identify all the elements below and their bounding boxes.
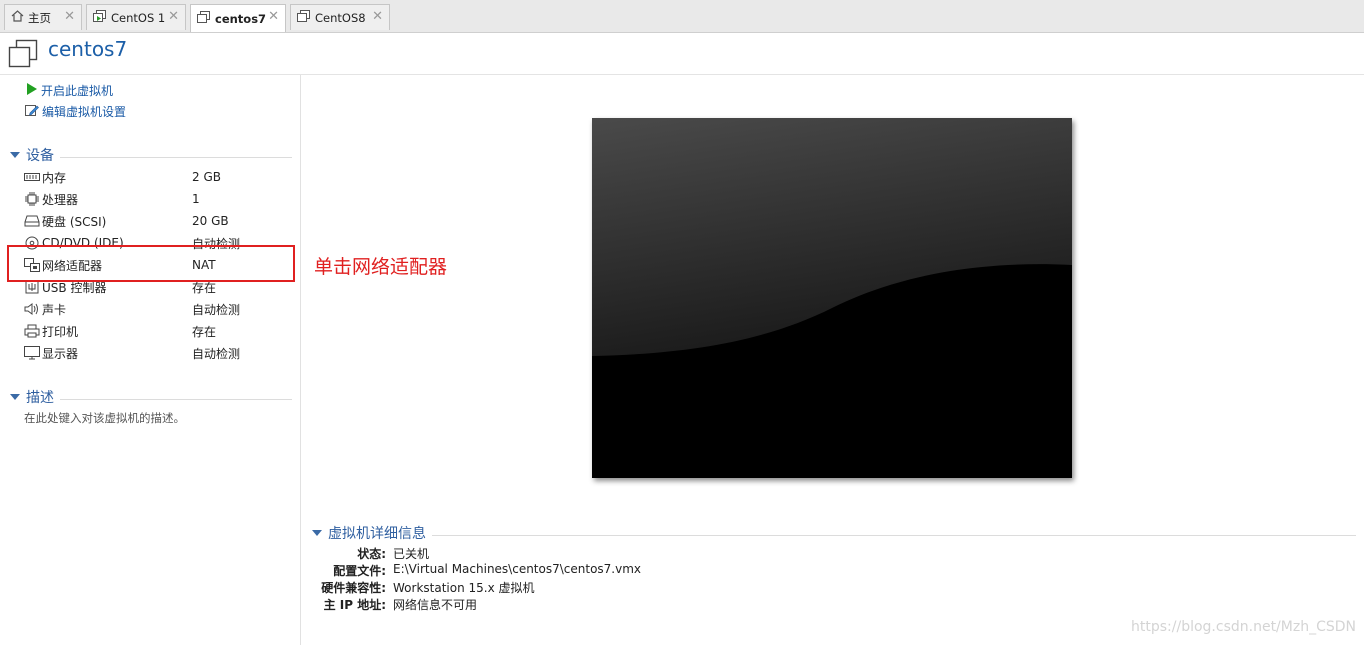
tab-home[interactable]: 主页 ✕: [4, 4, 82, 30]
device-name: 内存: [42, 170, 67, 185]
close-icon[interactable]: ✕: [372, 9, 383, 24]
vm-icon: [197, 10, 211, 27]
divider: [432, 534, 1356, 536]
vm-icon: [297, 9, 311, 26]
collapse-triangle-icon[interactable]: [10, 152, 20, 158]
device-value: 2 GB: [192, 170, 221, 184]
detail-label: 主 IP 地址:: [323, 598, 386, 612]
device-value: 存在: [192, 324, 217, 339]
harddisk-icon: [24, 213, 40, 229]
home-icon: [11, 10, 24, 25]
device-value: 1: [192, 192, 200, 206]
device-row-printer[interactable]: 打印机 存在: [24, 320, 294, 342]
description-section-header[interactable]: 描述: [10, 388, 292, 406]
detail-label: 配置文件:: [333, 564, 386, 578]
edit-settings-link[interactable]: 编辑虚拟机设置: [24, 101, 126, 121]
description-placeholder[interactable]: 在此处键入对该虚拟机的描述。: [24, 410, 185, 426]
power-on-link[interactable]: 开启此虚拟机: [24, 80, 113, 100]
page-title: centos7: [48, 37, 128, 61]
vm-large-icon: [8, 39, 38, 72]
vm-title-bar: centos7: [0, 32, 1364, 75]
detail-value: Workstation 15.x 虚拟机: [393, 581, 535, 595]
device-name: 处理器: [42, 192, 79, 207]
vm-running-icon: [93, 9, 107, 26]
section-title: 设备: [26, 148, 54, 164]
device-name: 打印机: [42, 324, 79, 339]
tab-bar: 主页 ✕ CentOS 1 ✕ centos7 ✕ CentOS8 ✕: [0, 0, 1364, 33]
devices-section-header[interactable]: 设备: [10, 146, 292, 164]
device-name: 声卡: [42, 302, 67, 317]
detail-label: 状态:: [357, 547, 386, 561]
device-row-memory[interactable]: 内存 2 GB: [24, 166, 294, 188]
edit-settings-icon: [24, 103, 39, 120]
display-icon: [24, 345, 40, 361]
divider: [60, 398, 292, 400]
sound-icon: [24, 301, 40, 317]
highlight-box: [7, 245, 295, 282]
tab-centos8[interactable]: CentOS8 ✕: [290, 4, 390, 30]
tab-label: centos7: [215, 11, 267, 26]
play-icon: [24, 82, 38, 99]
action-label: 编辑虚拟机设置: [42, 104, 127, 119]
left-panel: 开启此虚拟机 编辑虚拟机设置 设备 内存 2 GB 处理器 1 硬盘 (SCSI…: [0, 75, 301, 645]
device-value: 自动检测: [192, 302, 241, 317]
divider: [60, 156, 292, 158]
device-value: 20 GB: [192, 214, 229, 228]
tab-label: CentOS 1: [111, 10, 166, 25]
cpu-icon: [24, 191, 40, 207]
detail-row-state: 状态: 已关机: [300, 545, 1000, 562]
device-value: 自动检测: [192, 346, 241, 361]
device-row-harddisk[interactable]: 硬盘 (SCSI) 20 GB: [24, 210, 294, 232]
tab-centos7[interactable]: centos7 ✕: [190, 4, 286, 32]
device-row-display[interactable]: 显示器 自动检测: [24, 342, 294, 364]
tab-label: 主页: [28, 10, 51, 25]
section-title: 描述: [26, 390, 54, 406]
vm-details-section-header[interactable]: 虚拟机详细信息: [312, 524, 1356, 542]
watermark: https://blog.csdn.net/Mzh_CSDN: [1131, 619, 1356, 635]
detail-row-config-file: 配置文件: E:\Virtual Machines\centos7\centos…: [300, 562, 1000, 579]
close-icon[interactable]: ✕: [64, 9, 75, 24]
section-title: 虚拟机详细信息: [328, 526, 426, 542]
collapse-triangle-icon[interactable]: [10, 394, 20, 400]
device-name: 显示器: [42, 346, 79, 361]
collapse-triangle-icon[interactable]: [312, 530, 322, 536]
device-row-processor[interactable]: 处理器 1: [24, 188, 294, 210]
detail-label: 硬件兼容性:: [321, 581, 386, 595]
device-row-sound[interactable]: 声卡 自动检测: [24, 298, 294, 320]
detail-row-ip-address: 主 IP 地址: 网络信息不可用: [300, 596, 1000, 613]
annotation-text: 单击网络适配器: [314, 256, 448, 278]
action-label: 开启此虚拟机: [41, 83, 114, 98]
detail-value: E:\Virtual Machines\centos7\centos7.vmx: [393, 562, 642, 576]
tab-label: CentOS8: [315, 10, 366, 25]
detail-row-compatibility: 硬件兼容性: Workstation 15.x 虚拟机: [300, 579, 1000, 596]
vm-preview-thumbnail[interactable]: [592, 118, 1072, 478]
close-icon[interactable]: ✕: [268, 9, 279, 24]
close-icon[interactable]: ✕: [168, 9, 179, 24]
detail-value: 已关机: [393, 547, 430, 561]
detail-value: 网络信息不可用: [393, 598, 478, 612]
tab-centos1[interactable]: CentOS 1 ✕: [86, 4, 186, 30]
printer-icon: [24, 323, 40, 339]
device-name: 硬盘 (SCSI): [42, 214, 107, 229]
memory-icon: [24, 169, 40, 185]
